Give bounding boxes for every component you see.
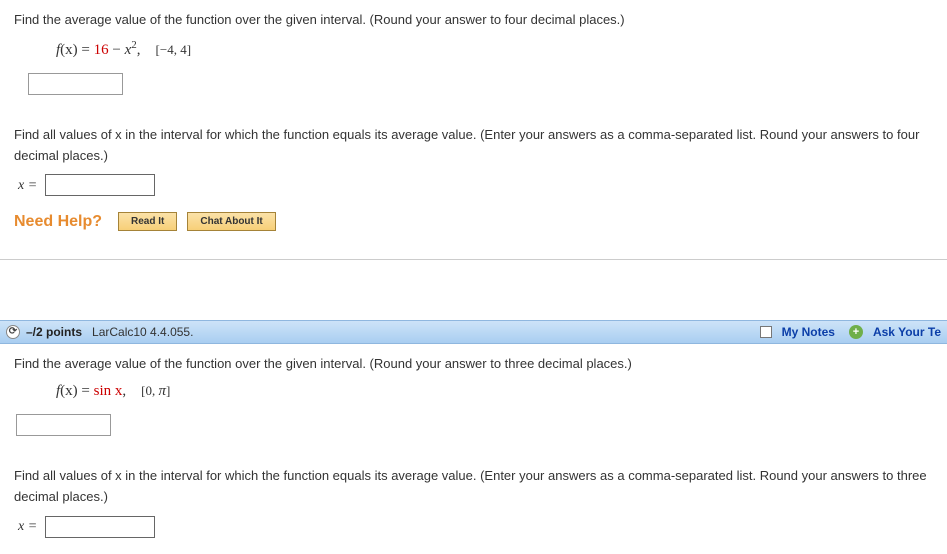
q1-prompt-1: Find the average value of the function o… xyxy=(14,10,933,31)
q1-x-equals-row: x = xyxy=(16,174,933,196)
q2-avg-value-input[interactable] xyxy=(16,414,111,436)
my-notes-link[interactable]: My Notes xyxy=(782,325,835,339)
points-label: –/2 points xyxy=(26,325,82,339)
sin-x: sin x xyxy=(94,383,123,399)
help-row: Need Help? Read It Chat About It xyxy=(14,212,933,231)
x-equals-label: x = xyxy=(18,519,37,534)
paren-x: (x) xyxy=(60,383,78,399)
interval: [−4, 4] xyxy=(156,42,192,57)
q2-prompt-2: Find all values of x in the interval for… xyxy=(14,466,933,508)
pi-symbol: π xyxy=(159,383,167,399)
q2-x-equals-row: x = xyxy=(16,516,933,538)
divider xyxy=(0,259,947,260)
source-label: LarCalc10 4.4.055. xyxy=(92,325,193,339)
equals: = xyxy=(78,383,94,399)
plus-icon[interactable]: + xyxy=(849,325,863,339)
expand-icon[interactable]: ⟳ xyxy=(6,325,20,339)
q2-prompt-1: Find the average value of the function o… xyxy=(14,354,933,375)
question-2: Find the average value of the function o… xyxy=(0,344,947,553)
comma: , xyxy=(122,383,141,399)
interval-open: [0, xyxy=(141,383,158,398)
notes-checkbox[interactable] xyxy=(760,326,772,338)
interval-close: ] xyxy=(166,383,170,398)
paren-x: (x) xyxy=(60,42,78,58)
minus: − xyxy=(109,42,125,58)
comma: , xyxy=(137,42,156,58)
const-16: 16 xyxy=(94,42,109,58)
x-equals-label: x = xyxy=(18,178,37,193)
q1-formula: f(x) = 16 − x2, [−4, 4] xyxy=(56,39,933,59)
equals: = xyxy=(78,42,94,58)
question-2-header: ⟳ –/2 points LarCalc10 4.4.055. My Notes… xyxy=(0,320,947,344)
ask-your-teacher-link[interactable]: Ask Your Te xyxy=(873,325,941,339)
chat-about-it-button[interactable]: Chat About It xyxy=(187,212,275,231)
read-it-button[interactable]: Read It xyxy=(118,212,177,231)
q2-formula: f(x) = sin x, [0, π] xyxy=(56,383,933,400)
need-help-label: Need Help? xyxy=(14,213,102,231)
question-1: Find the average value of the function o… xyxy=(0,0,947,251)
q1-prompt-2: Find all values of x in the interval for… xyxy=(14,125,933,167)
q1-avg-value-input[interactable] xyxy=(28,73,123,95)
q1-x-values-input[interactable] xyxy=(45,174,155,196)
q2-x-values-input[interactable] xyxy=(45,516,155,538)
